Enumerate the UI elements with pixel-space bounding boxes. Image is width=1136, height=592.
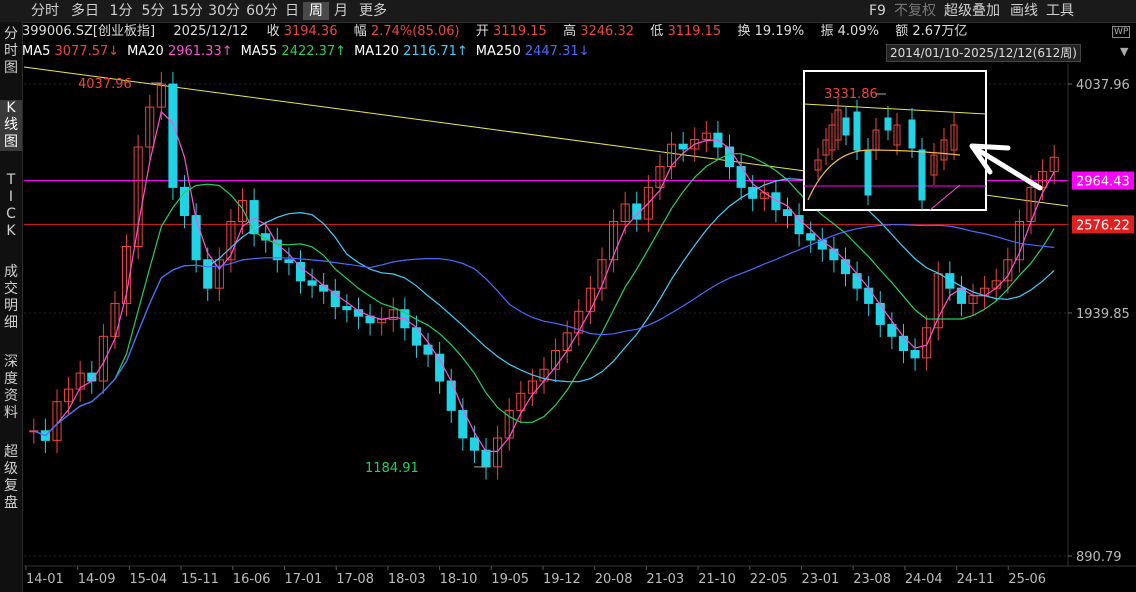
x-tick-label: 21-03 (646, 572, 684, 587)
x-tick-label: 17-08 (336, 572, 374, 587)
x-tick-label: 21-10 (698, 572, 736, 587)
candle-body (168, 83, 178, 188)
inset-candle-body (908, 119, 916, 149)
candle-body (910, 350, 920, 359)
candle-body (435, 353, 445, 382)
x-tick-label: 22-05 (750, 572, 788, 587)
low-annotation: 1184.91 (365, 461, 419, 476)
candle-body (829, 248, 839, 261)
candle-body (469, 437, 479, 451)
y-tick-label: 4037.96 (1076, 78, 1130, 93)
candle-body (446, 380, 456, 411)
kline-chart[interactable]: 4037.96 1939.85 890.79 14-01 14-09 15-04 15-11… (0, 0, 1136, 592)
candle-body (342, 306, 352, 311)
y-tick-label: 1939.85 (1076, 307, 1130, 322)
inset-candle-body (864, 149, 872, 196)
inset-candle-body (853, 111, 861, 151)
candle-body (191, 215, 201, 261)
x-tick-label: 25-06 (1008, 572, 1046, 587)
candle-body (295, 261, 306, 282)
x-tick-label: 20-08 (595, 572, 633, 587)
inset-high-annotation: 3331.86 (824, 87, 878, 102)
x-tick-label: 17-01 (285, 572, 323, 587)
x-tick-label: 15-04 (129, 572, 167, 587)
x-tick-label: 15-11 (181, 572, 219, 587)
x-tick-label: 24-11 (957, 572, 995, 587)
candle-body (806, 233, 816, 241)
inset-candle-body (884, 117, 892, 131)
candle-body (307, 280, 317, 286)
x-tick-label: 23-01 (802, 572, 840, 587)
x-tick-label: 14-09 (78, 572, 116, 587)
candle-body (724, 146, 735, 168)
x-tick-label: 18-10 (440, 572, 478, 587)
price-tag-label: 2964.43 (1076, 175, 1130, 190)
ma250-line (33, 224, 1055, 437)
y-tick-label: 890.79 (1076, 550, 1122, 565)
candle-body (875, 302, 885, 325)
candle-body (678, 143, 688, 150)
high-annotation: 4037.96 (78, 77, 132, 92)
candle-body (887, 323, 897, 337)
x-tick-label: 23-08 (853, 572, 891, 587)
ma120-line (33, 178, 1055, 437)
x-tick-label: 19-12 (543, 572, 581, 587)
candle-body (794, 215, 804, 235)
inset-candle-body (918, 149, 926, 201)
x-tick-label: 16-06 (233, 572, 271, 587)
candle-body (864, 287, 874, 304)
x-tick-label: 24-04 (905, 572, 943, 587)
candle-body (852, 273, 862, 289)
x-tick-label: 18-03 (388, 572, 426, 587)
candle-body (898, 335, 909, 352)
candle-body (481, 449, 491, 468)
x-tick-label: 14-01 (26, 572, 64, 587)
candle-body (736, 166, 746, 188)
inset-candle-body (842, 117, 850, 136)
candle-body (840, 259, 851, 275)
x-tick-label: 19-05 (491, 572, 529, 587)
candle-body (782, 209, 793, 217)
candle-body (284, 259, 294, 263)
price-tag-label: 2576.22 (1076, 218, 1130, 233)
